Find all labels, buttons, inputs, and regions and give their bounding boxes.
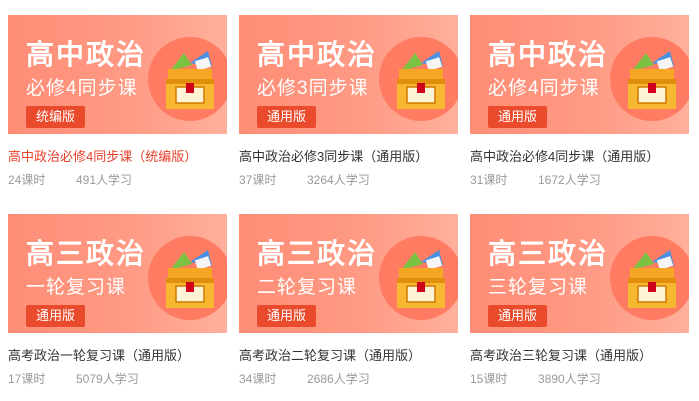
course-card[interactable]: 高中政治 必修4同步课 通用版 高中政治必修4同步课（通用版） 31课时 1672… <box>470 15 689 188</box>
thumbnail-title: 高三政治 <box>488 238 609 269</box>
edition-badge: 通用版 <box>488 106 548 128</box>
course-meta: 37课时 3264人学习 <box>239 172 458 188</box>
thumbnail-subtitle: 三轮复习课 <box>488 277 589 298</box>
course-card[interactable]: 高中政治 必修4同步课 统编版 高中政治必修4同步课（统编版） 24课时 491人… <box>8 15 227 188</box>
course-thumbnail[interactable]: 高中政治 必修4同步课 通用版 <box>470 15 689 134</box>
edition-badge: 通用版 <box>257 305 317 327</box>
course-title[interactable]: 高考政治一轮复习课（通用版） <box>8 347 227 365</box>
course-title[interactable]: 高中政治必修4同步课（通用版） <box>470 148 689 166</box>
course-card[interactable]: 高三政治 二轮复习课 通用版 高考政治二轮复习课（通用版） 34课时 2686人学… <box>239 214 458 387</box>
edition-badge: 通用版 <box>26 305 86 327</box>
course-thumbnail[interactable]: 高三政治 一轮复习课 通用版 <box>8 214 227 333</box>
learner-count: 3890人学习 <box>538 372 601 386</box>
course-meta: 31课时 1672人学习 <box>470 172 689 188</box>
lesson-count: 17课时 <box>8 372 46 386</box>
lesson-count: 31课时 <box>470 173 508 187</box>
course-thumbnail[interactable]: 高中政治 必修3同步课 通用版 <box>239 15 458 134</box>
course-card[interactable]: 高三政治 三轮复习课 通用版 高考政治三轮复习课（通用版） 15课时 3890人学… <box>470 214 689 387</box>
learner-count: 5079人学习 <box>76 372 139 386</box>
course-card[interactable]: 高中政治 必修3同步课 通用版 高中政治必修3同步课（通用版） 37课时 3264… <box>239 15 458 188</box>
treasure-box-icon <box>397 250 445 308</box>
treasure-box-icon <box>628 51 676 109</box>
treasure-box-icon <box>397 51 445 109</box>
course-meta: 17课时 5079人学习 <box>8 371 227 387</box>
lesson-count: 15课时 <box>470 372 508 386</box>
course-card[interactable]: 高三政治 一轮复习课 通用版 高考政治一轮复习课（通用版） 17课时 5079人学… <box>8 214 227 387</box>
course-meta: 24课时 491人学习 <box>8 172 227 188</box>
treasure-box-icon <box>166 51 214 109</box>
course-thumbnail[interactable]: 高三政治 二轮复习课 通用版 <box>239 214 458 333</box>
thumbnail-subtitle: 必修3同步课 <box>257 78 369 99</box>
learner-count: 491人学习 <box>76 173 133 187</box>
treasure-box-icon <box>166 250 214 308</box>
lesson-count: 37课时 <box>239 173 277 187</box>
course-grid: 高中政治 必修4同步课 统编版 高中政治必修4同步课（统编版） 24课时 491人… <box>0 0 699 401</box>
course-title[interactable]: 高中政治必修3同步课（通用版） <box>239 148 458 166</box>
thumbnail-subtitle: 一轮复习课 <box>26 277 127 298</box>
thumbnail-title: 高三政治 <box>26 238 147 269</box>
edition-badge: 统编版 <box>26 106 86 128</box>
learner-count: 1672人学习 <box>538 173 601 187</box>
edition-badge: 通用版 <box>488 305 548 327</box>
thumbnail-subtitle: 必修4同步课 <box>26 78 138 99</box>
edition-badge: 通用版 <box>257 106 317 128</box>
lesson-count: 24课时 <box>8 173 46 187</box>
course-title[interactable]: 高中政治必修4同步课（统编版） <box>8 148 227 166</box>
thumbnail-subtitle: 二轮复习课 <box>257 277 358 298</box>
course-thumbnail[interactable]: 高中政治 必修4同步课 统编版 <box>8 15 227 134</box>
learner-count: 2686人学习 <box>307 372 370 386</box>
course-thumbnail[interactable]: 高三政治 三轮复习课 通用版 <box>470 214 689 333</box>
course-meta: 34课时 2686人学习 <box>239 371 458 387</box>
course-title[interactable]: 高考政治二轮复习课（通用版） <box>239 347 458 365</box>
lesson-count: 34课时 <box>239 372 277 386</box>
thumbnail-title: 高中政治 <box>257 39 378 70</box>
treasure-box-icon <box>628 250 676 308</box>
thumbnail-title: 高三政治 <box>257 238 378 269</box>
thumbnail-title: 高中政治 <box>488 39 609 70</box>
learner-count: 3264人学习 <box>307 173 370 187</box>
course-title[interactable]: 高考政治三轮复习课（通用版） <box>470 347 689 365</box>
thumbnail-title: 高中政治 <box>26 39 147 70</box>
course-meta: 15课时 3890人学习 <box>470 371 689 387</box>
thumbnail-subtitle: 必修4同步课 <box>488 78 600 99</box>
